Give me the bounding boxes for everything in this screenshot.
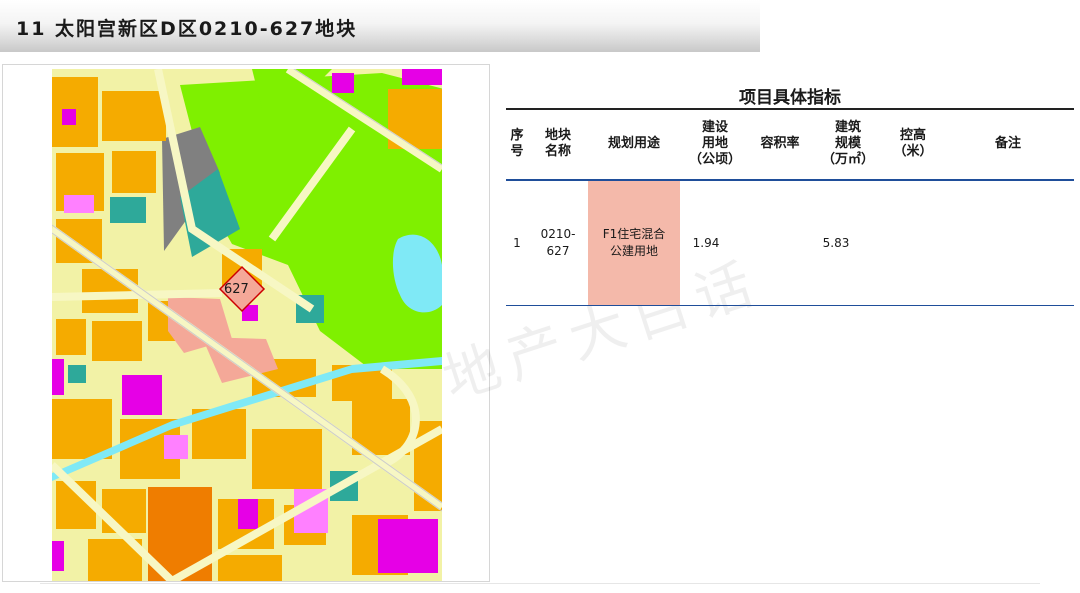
commercial-block-4 xyxy=(332,73,354,93)
header-use: 规划用途 xyxy=(607,136,660,151)
footer-line xyxy=(40,583,1040,584)
table-title: 项目具体指标 xyxy=(739,88,841,108)
residential-block-d xyxy=(112,151,156,193)
residential-block-z xyxy=(218,555,282,581)
cell-use: F1住宅混合 公建用地 xyxy=(602,227,666,258)
residential-block-n xyxy=(52,399,112,459)
land-use-map: 627 xyxy=(52,69,442,581)
cell-height xyxy=(884,181,942,305)
parcel-627-label: 627 xyxy=(224,282,249,297)
commercial-block-8 xyxy=(378,519,438,573)
residential-block-f xyxy=(82,269,138,313)
commercial-block-3 xyxy=(62,109,76,125)
commercial-block-2 xyxy=(122,375,162,415)
education-block-3 xyxy=(164,435,188,459)
residential-block-q xyxy=(252,429,322,489)
header-far: 容积率 xyxy=(760,136,800,151)
municipal-block-2 xyxy=(110,197,146,223)
header-height: 控高 （米） xyxy=(893,128,933,159)
header-name: 地块 名称 xyxy=(544,128,571,159)
header-scale: 建筑 规模 （万㎡） xyxy=(821,120,874,167)
cell-far xyxy=(752,181,808,305)
commercial-block-5 xyxy=(402,69,442,85)
cell-area: 1.94 xyxy=(692,235,720,250)
cell-name: 0210- 627 xyxy=(540,227,576,258)
residential-block-u xyxy=(102,489,146,533)
residential-block-h xyxy=(92,321,142,361)
table-rule-top xyxy=(506,108,1074,110)
table-rule-bottom xyxy=(506,305,1074,306)
municipal-block-5 xyxy=(68,365,86,383)
commercial-block-7 xyxy=(238,499,258,529)
commercial-block-1 xyxy=(52,359,64,395)
title-bar: 11 太阳宫新区D区0210-627地块 xyxy=(0,0,760,52)
residential-block-b xyxy=(102,91,166,141)
cell-no: 1 xyxy=(513,235,521,250)
education-block-2 xyxy=(64,195,94,213)
residential-block-g xyxy=(56,319,86,355)
cell-note xyxy=(950,181,1066,305)
header-area: 建设 用地 （公顷） xyxy=(688,120,741,167)
header-no: 序 号 xyxy=(510,128,524,159)
page-title: 11 太阳宫新区D区0210-627地块 xyxy=(16,18,358,40)
commercial-block-9 xyxy=(52,541,64,571)
header-note: 备注 xyxy=(994,136,1021,151)
cell-scale: 5.83 xyxy=(822,235,850,250)
